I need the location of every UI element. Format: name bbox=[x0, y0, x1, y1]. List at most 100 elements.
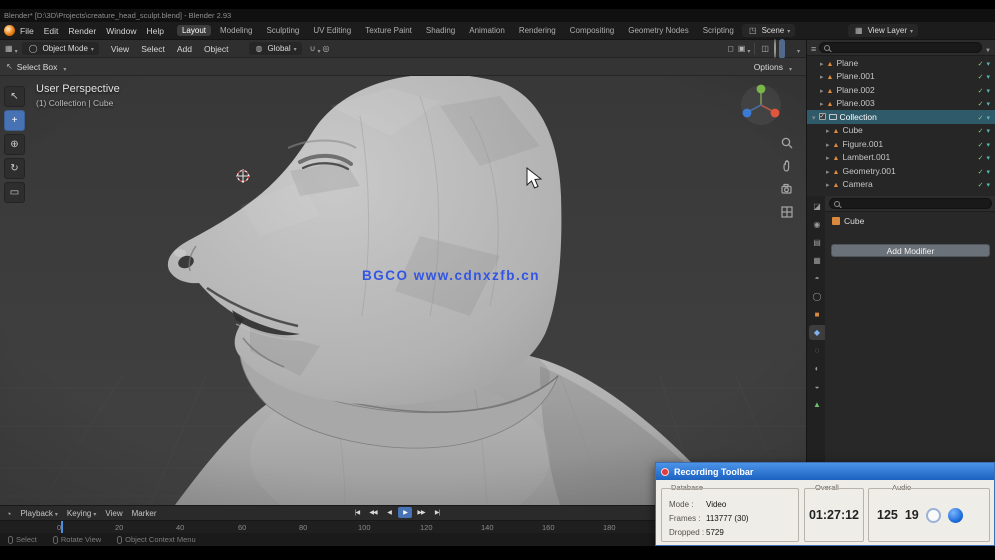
outliner-menu-icon[interactable] bbox=[811, 39, 816, 57]
timeline-menu-playback[interactable]: Playback bbox=[20, 509, 57, 518]
menu-help[interactable]: Help bbox=[141, 26, 168, 36]
menu-add[interactable]: Add bbox=[171, 44, 198, 54]
visibility-check-icon[interactable] bbox=[978, 179, 984, 189]
expand-icon[interactable] bbox=[820, 58, 824, 68]
visibility-check-icon[interactable] bbox=[978, 112, 984, 122]
active-tool-dropdown[interactable]: Select Box bbox=[15, 62, 64, 72]
properties-search-input[interactable] bbox=[829, 198, 992, 209]
tab-scene[interactable]: ◓ bbox=[809, 271, 825, 286]
expand-icon[interactable] bbox=[826, 166, 830, 176]
play-reverse-button[interactable] bbox=[382, 507, 396, 518]
show-overlays-icon[interactable]: ▣ bbox=[736, 44, 748, 53]
outliner-row[interactable]: Figure.001 bbox=[807, 137, 995, 151]
tab-constraints[interactable]: ◒ bbox=[809, 379, 825, 394]
outliner-row[interactable]: Plane bbox=[807, 56, 995, 70]
tool-scale-button[interactable]: ▭ bbox=[4, 182, 25, 203]
menu-window[interactable]: Window bbox=[101, 26, 141, 36]
workspace-tab-scripting[interactable]: Scripting bbox=[698, 25, 739, 36]
transform-orientation-dropdown[interactable]: ◍ Global bbox=[248, 42, 302, 55]
menu-select[interactable]: Select bbox=[135, 44, 171, 54]
workspace-tab-layout[interactable]: Layout bbox=[176, 25, 211, 36]
jump-to-start-button[interactable] bbox=[350, 507, 364, 518]
outliner-row-selected[interactable]: Collection bbox=[807, 110, 995, 124]
render-toggle-icon[interactable] bbox=[986, 85, 990, 95]
proportional-editing-icon[interactable]: ◎ bbox=[321, 44, 332, 53]
workspace-tab-geometry-nodes[interactable]: Geometry Nodes bbox=[623, 25, 693, 36]
menu-edit[interactable]: Edit bbox=[39, 26, 64, 36]
render-toggle-icon[interactable] bbox=[986, 58, 990, 68]
visibility-check-icon[interactable] bbox=[978, 71, 984, 81]
visibility-check-icon[interactable] bbox=[978, 125, 984, 135]
tab-world[interactable]: ◯ bbox=[809, 289, 825, 304]
scene-selector[interactable]: ◳ Scene bbox=[742, 24, 796, 37]
play-button[interactable] bbox=[398, 507, 412, 518]
outliner-row[interactable]: Geometry.001 bbox=[807, 164, 995, 178]
expand-icon[interactable] bbox=[826, 125, 830, 135]
workspace-tab-animation[interactable]: Animation bbox=[464, 25, 510, 36]
collapse-icon[interactable] bbox=[812, 112, 816, 122]
camera-view-icon[interactable] bbox=[778, 180, 795, 197]
menu-object[interactable]: Object bbox=[198, 44, 235, 54]
expand-icon[interactable] bbox=[826, 139, 830, 149]
tool-move-button[interactable]: ⊕ bbox=[4, 134, 25, 155]
render-toggle-icon[interactable] bbox=[986, 125, 990, 135]
recording-dialog-titlebar[interactable]: Recording Toolbar bbox=[656, 463, 994, 480]
gizmo-y-axis[interactable] bbox=[756, 84, 766, 94]
jump-to-end-button[interactable] bbox=[430, 507, 444, 518]
menu-file[interactable]: File bbox=[15, 26, 39, 36]
timeline-menu-keying[interactable]: Keying bbox=[67, 509, 96, 518]
outliner-row[interactable]: Plane.002 bbox=[807, 83, 995, 97]
render-toggle-icon[interactable] bbox=[986, 152, 990, 162]
xray-toggle-icon[interactable]: ◫ bbox=[759, 44, 771, 53]
visibility-check-icon[interactable] bbox=[978, 98, 984, 108]
options-dropdown[interactable]: Options bbox=[748, 62, 789, 72]
workspace-tab-rendering[interactable]: Rendering bbox=[514, 25, 561, 36]
expand-icon[interactable] bbox=[826, 152, 830, 162]
render-toggle-icon[interactable] bbox=[986, 98, 990, 108]
outliner-search-input[interactable] bbox=[819, 42, 983, 53]
viewport-3d-canvas[interactable] bbox=[0, 76, 806, 505]
visibility-check-icon[interactable] bbox=[978, 139, 984, 149]
workspace-tab-shading[interactable]: Shading bbox=[421, 25, 460, 36]
add-modifier-button[interactable]: Add Modifier bbox=[831, 244, 990, 257]
recording-toolbar-dialog[interactable]: Recording Toolbar Database Mode Video Fr… bbox=[655, 462, 995, 546]
timeline-menu-view[interactable]: View bbox=[105, 509, 122, 518]
editor-type-icon[interactable]: ▦ bbox=[3, 44, 15, 53]
render-toggle-icon[interactable] bbox=[986, 179, 990, 189]
outliner-row[interactable]: Camera bbox=[807, 178, 995, 192]
gizmo-x-axis[interactable] bbox=[770, 108, 780, 118]
expand-icon[interactable] bbox=[820, 85, 824, 95]
render-toggle-icon[interactable] bbox=[986, 166, 990, 176]
pan-hand-icon[interactable] bbox=[778, 157, 795, 174]
workspace-tab-compositing[interactable]: Compositing bbox=[565, 25, 619, 36]
tab-physics[interactable]: ◐ bbox=[809, 361, 825, 376]
workspace-tab-uv-editing[interactable]: UV Editing bbox=[308, 25, 356, 36]
tab-output[interactable]: ▤ bbox=[809, 235, 825, 250]
viewport-3d[interactable]: User Perspective (1) Collection | Cube B… bbox=[0, 76, 806, 505]
tab-particles[interactable]: ◌ bbox=[809, 343, 825, 358]
tab-object-data[interactable]: ▲ bbox=[809, 397, 825, 412]
menu-render[interactable]: Render bbox=[63, 26, 101, 36]
view-layer-selector[interactable]: ▦ View Layer bbox=[848, 24, 919, 37]
tab-object[interactable]: ■ bbox=[809, 307, 825, 322]
tool-tweak-button[interactable]: ↖ bbox=[4, 86, 25, 107]
workspace-tab-texture-paint[interactable]: Texture Paint bbox=[360, 25, 417, 36]
menu-view[interactable]: View bbox=[105, 44, 135, 54]
mode-dropdown[interactable]: ◯ Object Mode bbox=[21, 42, 99, 55]
tab-tool[interactable]: ◪ bbox=[809, 199, 825, 214]
visibility-check-icon[interactable] bbox=[978, 58, 984, 68]
shading-wireframe-button[interactable] bbox=[771, 38, 779, 59]
outliner-row[interactable]: Plane.001 bbox=[807, 70, 995, 84]
collection-checkbox[interactable] bbox=[818, 113, 826, 121]
record-button[interactable] bbox=[947, 507, 963, 523]
blender-logo-icon[interactable] bbox=[4, 25, 15, 36]
zoom-icon[interactable] bbox=[778, 134, 795, 151]
expand-icon[interactable] bbox=[820, 98, 824, 108]
outliner-row[interactable]: Cube bbox=[807, 124, 995, 138]
timeline-menu-marker[interactable]: Marker bbox=[132, 509, 157, 518]
tab-view-layer[interactable]: ▦ bbox=[809, 253, 825, 268]
previous-keyframe-button[interactable] bbox=[366, 507, 380, 518]
orthographic-toggle-icon[interactable] bbox=[778, 203, 795, 220]
tab-modifiers[interactable]: ◆ bbox=[809, 325, 825, 340]
filter-icon[interactable] bbox=[985, 39, 991, 57]
